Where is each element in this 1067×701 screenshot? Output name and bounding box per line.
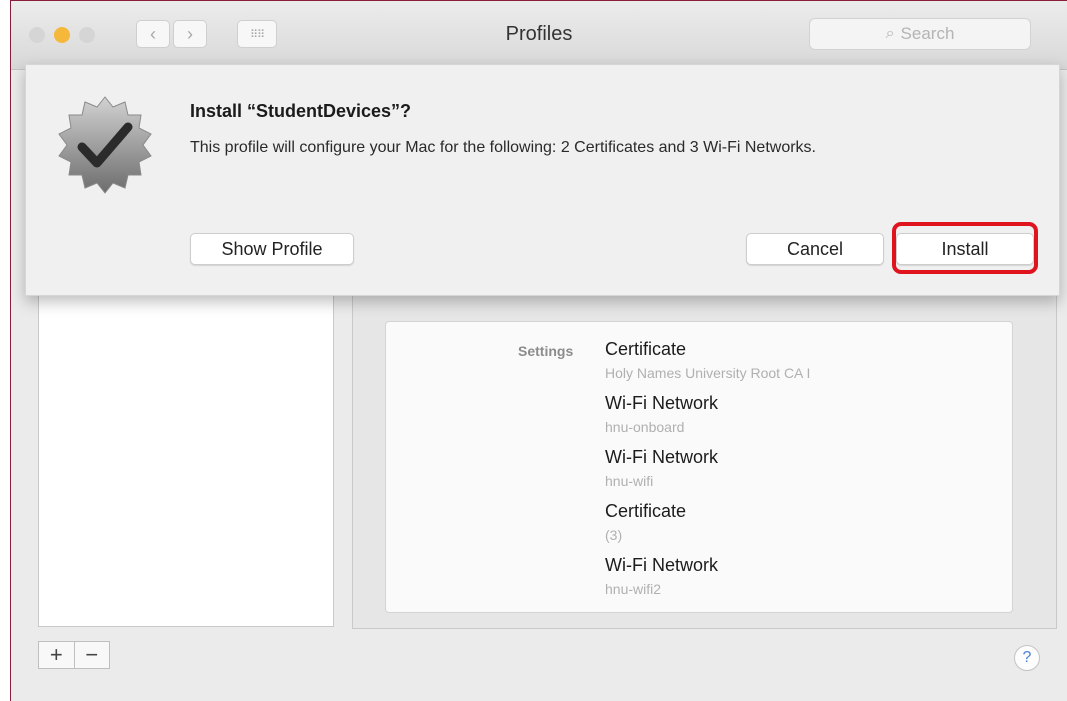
title-bar: ‹ › ⠿⠿ Profiles ⌕ Search <box>11 1 1067 70</box>
install-profile-dialog: Install “StudentDevices”? This profile w… <box>25 64 1060 296</box>
setting-item-subtitle: Holy Names University Root CA I <box>605 365 811 381</box>
setting-item-subtitle: hnu-wifi2 <box>605 581 662 597</box>
system-preferences-window: ‹ › ⠿⠿ Profiles ⌕ Search Settings Certif… <box>10 0 1067 701</box>
add-profile-button[interactable]: + <box>39 642 74 668</box>
setting-item-title: Certificate <box>605 339 687 359</box>
setting-item-subtitle: (3) <box>605 527 623 543</box>
verified-checkmark-badge-icon <box>58 96 152 194</box>
setting-item-title: Wi-Fi Network <box>605 555 718 575</box>
search-icon: ⌕ <box>885 25 895 42</box>
settings-label: Settings <box>518 343 574 359</box>
add-remove-control: + − <box>38 641 110 669</box>
profiles-list[interactable] <box>38 261 334 627</box>
setting-item-subtitle: hnu-wifi <box>605 473 654 489</box>
remove-profile-button[interactable]: − <box>73 642 110 668</box>
dialog-title: Install “StudentDevices”? <box>190 101 412 121</box>
setting-item-subtitle: hnu-onboard <box>605 419 685 435</box>
install-button[interactable]: Install <box>896 233 1034 265</box>
dialog-message: This profile will configure your Mac for… <box>190 139 816 156</box>
search-field[interactable]: ⌕ Search <box>809 18 1031 50</box>
cancel-button[interactable]: Cancel <box>746 233 884 265</box>
show-profile-button[interactable]: Show Profile <box>190 233 354 265</box>
setting-item-title: Wi-Fi Network <box>605 447 718 467</box>
setting-item-title: Certificate <box>605 501 687 521</box>
help-button[interactable]: ? <box>1014 645 1040 671</box>
search-placeholder: Search <box>900 24 955 43</box>
setting-item-title: Wi-Fi Network <box>605 393 718 413</box>
